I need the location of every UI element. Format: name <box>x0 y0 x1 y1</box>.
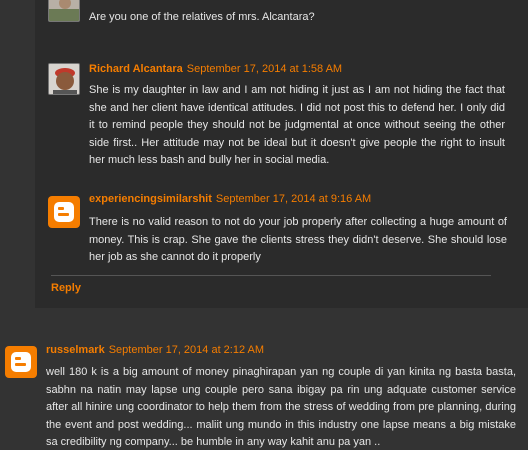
comment-text: Are you one of the relatives of mrs. Alc… <box>89 11 315 23</box>
blogger-icon[interactable] <box>48 196 80 228</box>
comment-timestamp[interactable]: September 17, 2014 at 1:58 AM <box>187 63 342 75</box>
comment-author[interactable]: russelmark September 17, 2014 at 2:12 AM <box>46 344 264 356</box>
author-name[interactable]: russelmark <box>46 344 105 356</box>
comment-text: well 180 k is a big amount of money pina… <box>46 366 516 448</box>
author-name[interactable]: Richard Alcantara <box>89 63 183 75</box>
reply-divider <box>51 275 491 276</box>
comment-author[interactable]: Richard Alcantara September 17, 2014 at 1… <box>89 63 342 75</box>
blogger-icon[interactable] <box>5 346 37 378</box>
commenter-avatar[interactable] <box>48 0 80 22</box>
author-name[interactable]: experiencingsimilarshit <box>89 193 212 205</box>
reply-link[interactable]: Reply <box>51 282 81 294</box>
comment-author[interactable]: experiencingsimilarshit September 17, 201… <box>89 193 371 205</box>
comment-timestamp[interactable]: September 17, 2014 at 2:12 AM <box>109 344 264 356</box>
comment-text: She is my daughter in law and I am not h… <box>89 84 505 166</box>
comment-text: There is no valid reason to not do your … <box>89 216 507 263</box>
comment-timestamp[interactable]: September 17, 2014 at 9:16 AM <box>216 193 371 205</box>
richard-alcantara-avatar[interactable] <box>48 63 80 95</box>
